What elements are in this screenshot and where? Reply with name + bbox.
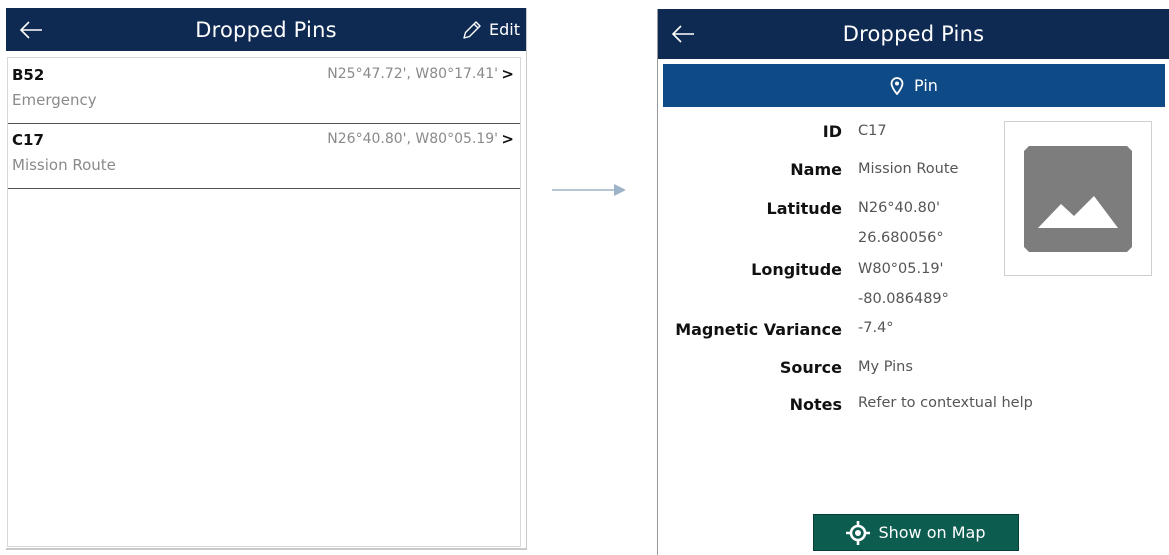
page-title: Dropped Pins xyxy=(195,17,337,42)
right-arrow-icon xyxy=(552,184,626,196)
pin-image xyxy=(1004,121,1152,276)
pencil-icon xyxy=(463,20,481,39)
pin-name: Mission Route xyxy=(12,156,116,174)
id-label: ID xyxy=(822,122,842,141)
name-label: Name xyxy=(790,160,842,179)
show-on-map-label: Show on Map xyxy=(878,523,986,542)
back-arrow-icon xyxy=(671,25,694,43)
list-item-b52[interactable]: B52 Emergency N25°47.72', W80°17.41' > xyxy=(8,60,520,124)
edit-label: Edit xyxy=(489,20,520,39)
chevron-right-icon: > xyxy=(501,65,514,83)
tab-pin[interactable]: Pin xyxy=(663,64,1165,107)
back-button[interactable] xyxy=(6,8,56,51)
locate-target-icon xyxy=(846,520,871,545)
map-pin-icon xyxy=(890,76,904,95)
pin-id: B52 xyxy=(12,66,45,84)
latitude-decimal-value: 26.680056° xyxy=(858,230,944,246)
pin-coordinates: N26°40.80', W80°05.19' xyxy=(327,131,498,147)
page-title: Dropped Pins xyxy=(842,22,985,46)
source-label: Source xyxy=(779,358,842,377)
name-value: Mission Route xyxy=(858,161,959,177)
notes-value: Refer to contextual help xyxy=(858,395,1033,411)
show-on-map-button[interactable]: Show on Map xyxy=(813,514,1019,551)
back-arrow-icon xyxy=(19,20,42,39)
id-value: C17 xyxy=(858,123,887,139)
magnetic-variance-label: Magnetic Variance xyxy=(675,320,842,339)
chevron-right-icon: > xyxy=(501,130,514,148)
image-placeholder-icon xyxy=(1024,145,1132,252)
pin-coordinates: N25°47.72', W80°17.41' xyxy=(327,66,498,82)
pin-detail-screen: Dropped Pins Pin ID C17 Name Mission Rou… xyxy=(657,9,1169,555)
pins-list-screen: Dropped Pins Edit B52 Emergency N25°47.7… xyxy=(6,8,527,550)
pin-name: Emergency xyxy=(12,91,97,109)
longitude-value: W80°05.19' xyxy=(858,261,944,277)
pins-list: B52 Emergency N25°47.72', W80°17.41' > C… xyxy=(7,57,521,547)
latitude-label: Latitude xyxy=(766,199,842,218)
magnetic-variance-value: -7.4° xyxy=(858,320,894,336)
back-button[interactable] xyxy=(658,9,708,59)
pin-id: C17 xyxy=(12,131,44,149)
latitude-value: N26°40.80' xyxy=(858,200,941,216)
notes-label: Notes xyxy=(789,395,842,414)
title-bar: Dropped Pins xyxy=(658,9,1169,59)
longitude-decimal-value: -80.086489° xyxy=(858,291,949,307)
source-value: My Pins xyxy=(858,359,913,375)
edit-button[interactable]: Edit xyxy=(461,8,520,51)
tab-label: Pin xyxy=(914,76,938,95)
longitude-label: Longitude xyxy=(751,260,842,279)
list-item-c17[interactable]: C17 Mission Route N26°40.80', W80°05.19'… xyxy=(8,125,520,189)
title-bar: Dropped Pins Edit xyxy=(6,8,526,51)
